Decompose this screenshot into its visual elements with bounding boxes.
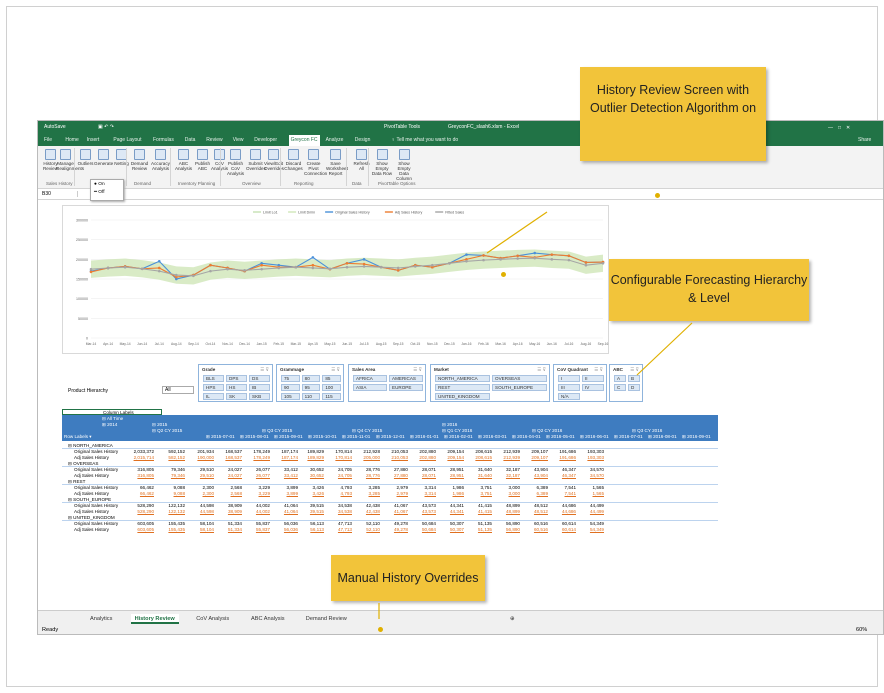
outliers-dropdown: ● On ━ Off bbox=[90, 179, 124, 201]
callout-lines bbox=[378, 211, 693, 619]
slide-frame: AutoSave ▣ ↶ ↷ PivotTable Tools GreyconF… bbox=[6, 6, 884, 687]
outliers-off-option[interactable]: ━ Off bbox=[91, 188, 123, 196]
outliers-on-option[interactable]: ● On bbox=[91, 180, 123, 188]
